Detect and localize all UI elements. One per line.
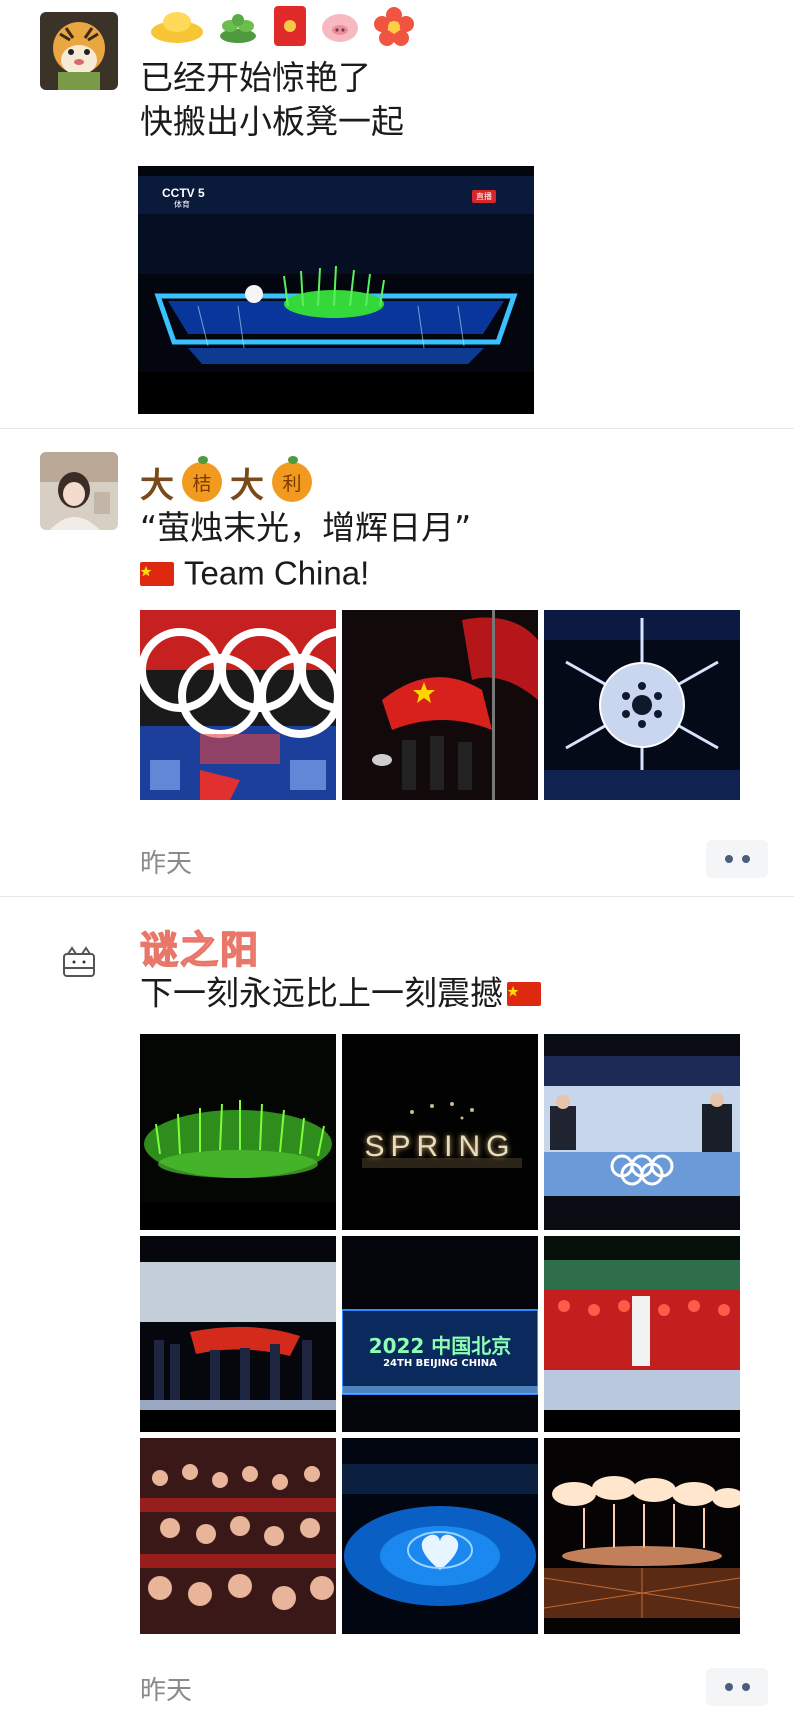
post-divider [0,428,794,429]
nick-char-1: 大 [140,465,174,506]
avatar-girl[interactable] [40,452,118,530]
post-text-line-1: 下一刻永远比上一刻震撼 [140,970,541,1016]
flower-icon [372,6,416,46]
live-badge: 直播 [472,190,496,203]
post-text-line-1: 已经开始惊艳了 [140,58,371,97]
video-thumbnail[interactable]: CCTV 5 体育 直播 [138,166,534,414]
plant-icon [216,8,260,44]
beijing-caption-2: 24TH BEIJING CHINA [383,1358,497,1369]
beijing-caption-1: 2022 中国北京 [368,1334,512,1358]
cctv5-logo: CCTV 5 体育 [162,186,205,209]
image-olympic-rings-flag[interactable] [140,610,336,800]
dot-icon [741,855,750,863]
image-heart-stage[interactable] [342,1438,538,1634]
post-divider [0,896,794,897]
post-text-line-1: “萤烛末光，增辉日月” [140,508,472,547]
tangerine-icon: 桔 [182,456,222,502]
image-flag-ceremony[interactable] [140,1236,336,1432]
post-text-line-2: 快搬出小板凳一起 [140,102,404,141]
pig-icon [320,8,360,44]
image-red-performers[interactable] [544,1236,740,1432]
tangerine-icon: 利 [272,456,312,502]
spring-caption: SPRING [364,1130,516,1163]
gold-ingot-icon [150,8,204,44]
image-green-light-grass[interactable] [140,1034,336,1230]
nickname-daji-dali[interactable]: 大 桔 大 利 [140,456,312,508]
image-snowflake-torch[interactable] [544,610,740,800]
nick-char-3: 大 [230,465,264,506]
dot-icon [724,1683,733,1691]
nickname-emoji-row[interactable] [150,0,416,52]
post-time: 昨天 [140,849,193,879]
more-actions-button[interactable] [706,840,768,878]
avatar-cat-box[interactable] [40,926,118,1004]
image-beijing-screen[interactable]: 2022 中国北京 24TH BEIJING CHINA [342,1236,538,1432]
image-chinese-flag-raising[interactable] [342,610,538,800]
post-text-line-2: Team China! [140,550,369,596]
china-flag-icon [140,561,174,586]
image-leaders-rings[interactable] [544,1034,740,1230]
more-actions-button[interactable] [706,1668,768,1706]
image-spring-fireworks[interactable]: SPRING [342,1034,538,1230]
image-crowd[interactable] [140,1438,336,1634]
dot-icon [741,1683,750,1691]
nickname-mizhiyang[interactable]: 谜之阳 [139,920,260,973]
dot-icon [724,855,733,863]
image-fireworks-stage[interactable] [544,1438,740,1634]
post-time: 昨天 [140,1676,193,1706]
china-flag-icon [507,981,541,1006]
avatar-tiger[interactable] [40,12,118,90]
red-envelope-icon [272,4,308,48]
